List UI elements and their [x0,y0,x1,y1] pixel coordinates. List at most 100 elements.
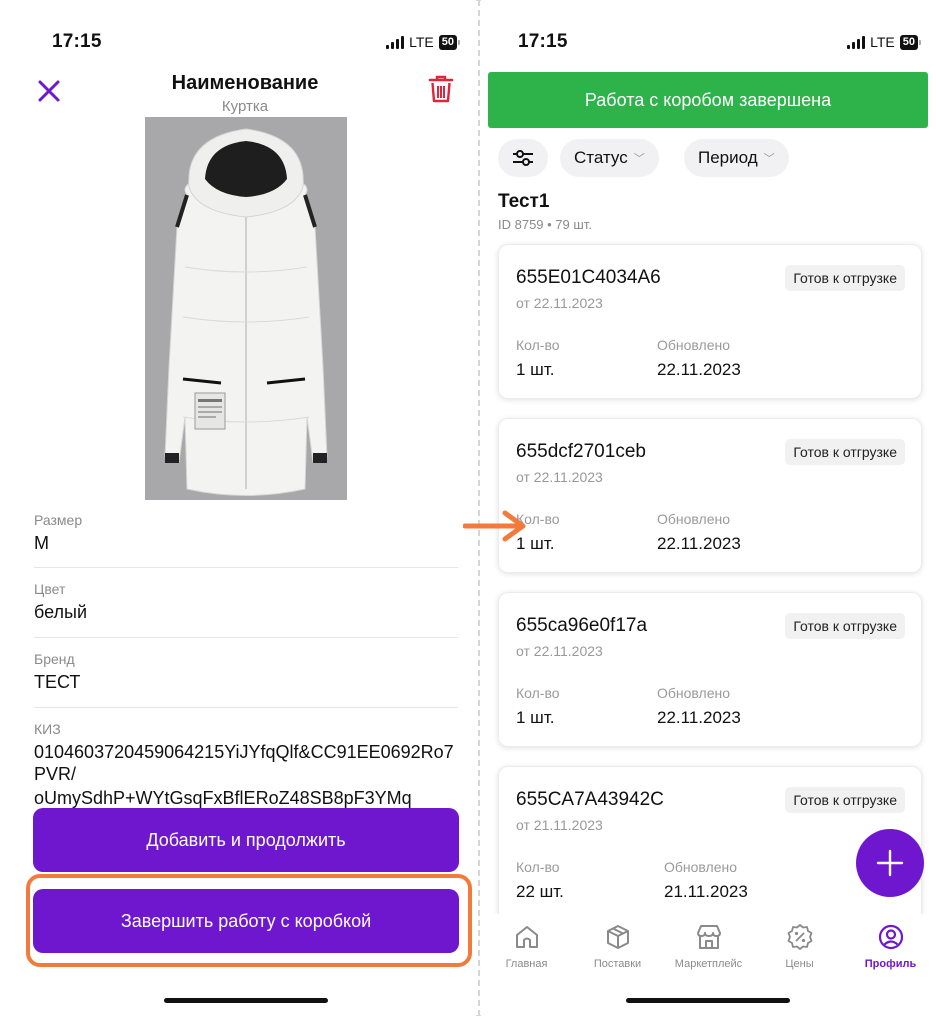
status-badge: Готов к отгрузке [785,613,905,639]
filter-settings-button[interactable] [498,139,548,177]
status-indicators: LTE 50 [847,34,921,50]
chevron-down-icon: ﹀ [633,153,645,165]
box-card[interactable]: 655CA7A43942C Готов к отгрузке от 21.11.… [498,766,922,921]
store-icon [696,925,721,949]
boxes-list-screen: 17:15 LTE 50 Работа с коробом завершена … [481,0,936,1016]
battery-icon: 50 [438,34,460,50]
brand-label: Бренд [34,651,75,667]
period-filter[interactable]: Период ﹀ [684,139,789,177]
box-card[interactable]: 655ca96e0f17a Готов к отгрузке от 22.11.… [498,592,922,747]
status-badge: Готов к отгрузке [785,265,905,291]
tab-label: Маркетплейс [674,958,743,970]
home-indicator [164,998,328,1003]
bottom-tab-bar: Главная Поставки Маркетплейс Цены Профил… [481,914,936,984]
qty-value: 1 шт. [516,708,555,727]
tab-label: Главная [505,958,548,970]
updated-value: 22.11.2023 [657,708,741,727]
add-box-button[interactable] [856,829,924,897]
tab-home[interactable]: Главная [481,914,572,984]
page-title: Наименование [171,72,319,94]
qty-value: 22 шт. [516,882,564,901]
size-label: Размер [34,512,83,528]
panel-divider [478,0,480,1016]
chevron-down-icon: ﹀ [763,153,775,165]
status-badge: Готов к отгрузке [785,439,905,465]
signal-icon [847,35,866,49]
qty-value: 1 шт. [516,360,555,379]
updated-value: 22.11.2023 [657,534,741,553]
box-card[interactable]: 655dcf2701ceb Готов к отгрузке от 22.11.… [498,418,922,573]
updated-label: Обновлено [657,685,731,701]
updated-label: Обновлено [657,337,731,353]
close-icon[interactable] [36,78,62,104]
product-detail-screen: 17:15 LTE 50 Наименование Куртка Размер … [0,0,476,1016]
color-label: Цвет [34,581,66,597]
updated-value: 21.11.2023 [664,882,748,901]
box-title: Тест1 [498,191,550,212]
kiz-field: КИЗ 0104603720459064215YiJYfqQlf&CC91EE0… [34,721,458,809]
status-indicators: LTE 50 [386,34,460,50]
box-icon [606,925,629,949]
sliders-icon [513,150,533,166]
status-filter[interactable]: Статус ﹀ [560,139,659,177]
page-subtitle: Куртка [221,98,269,115]
battery-level: 50 [438,34,457,50]
status-filter-label: Статус [574,148,628,167]
brand-field: Бренд ТЕСТ [34,651,458,693]
tab-prices[interactable]: Цены [754,914,845,984]
box-code: 655ca96e0f17a [516,615,648,636]
finish-box-button[interactable]: Завершить работу с коробкой [33,889,459,953]
tab-label: Поставки [593,958,642,970]
product-image [145,117,347,500]
box-meta: ID 8759 • 79 шт. [498,217,592,232]
status-bar: 17:15 LTE 50 [518,30,921,54]
color-value: белый [34,602,88,622]
annotation-arrow-icon [463,510,526,542]
updated-label: Обновлено [664,859,738,875]
divider [34,707,458,708]
status-badge: Готов к отгрузке [785,787,905,813]
tab-supplies[interactable]: Поставки [572,914,663,984]
updated-value: 22.11.2023 [657,360,741,379]
period-filter-label: Период [698,148,758,167]
battery-icon: 50 [899,34,921,50]
brand-value: ТЕСТ [34,672,81,692]
box-date: от 21.11.2023 [516,817,603,833]
tab-profile[interactable]: Профиль [845,914,936,984]
size-field: Размер M [34,512,458,554]
home-indicator [626,998,790,1003]
box-code: 655CA7A43942C [516,789,664,810]
percent-icon [787,924,812,950]
box-code: 655dcf2701ceb [516,441,646,462]
kiz-label: КИЗ [34,721,61,737]
color-field: Цвет белый [34,581,458,623]
box-done-button[interactable]: Работа с коробом завершена [488,72,928,128]
home-icon [515,926,538,948]
battery-level: 50 [899,34,918,50]
profile-icon [878,924,903,950]
plus-icon [876,849,904,877]
box-date: от 22.11.2023 [516,469,603,485]
divider [34,567,458,568]
tab-marketplace[interactable]: Маркетплейс [663,914,754,984]
qty-label: Кол-во [516,685,560,701]
trash-icon[interactable] [428,74,454,104]
network-label: LTE [409,34,434,50]
kiz-value-continued: oUmySdhP+WYtGsqFxBflERoZ48SB8pF3YMq [34,788,412,808]
add-and-continue-button[interactable]: Добавить и продолжить [33,808,459,872]
size-value: M [34,533,49,553]
network-label: LTE [870,34,895,50]
kiz-value: 0104603720459064215YiJYfqQlf&CC91EE0692R… [34,742,454,784]
qty-label: Кол-во [516,859,560,875]
signal-icon [386,35,405,49]
box-code: 655E01C4034A6 [516,267,661,288]
tab-label: Профиль [864,958,917,970]
box-card[interactable]: 655E01C4034A6 Готов к отгрузке от 22.11.… [498,244,922,399]
status-bar: 17:15 LTE 50 [52,30,460,54]
status-time: 17:15 [52,31,102,52]
tab-label: Цены [785,958,814,970]
qty-label: Кол-во [516,337,560,353]
divider [34,637,458,638]
box-date: от 22.11.2023 [516,295,603,311]
box-date: от 22.11.2023 [516,643,603,659]
